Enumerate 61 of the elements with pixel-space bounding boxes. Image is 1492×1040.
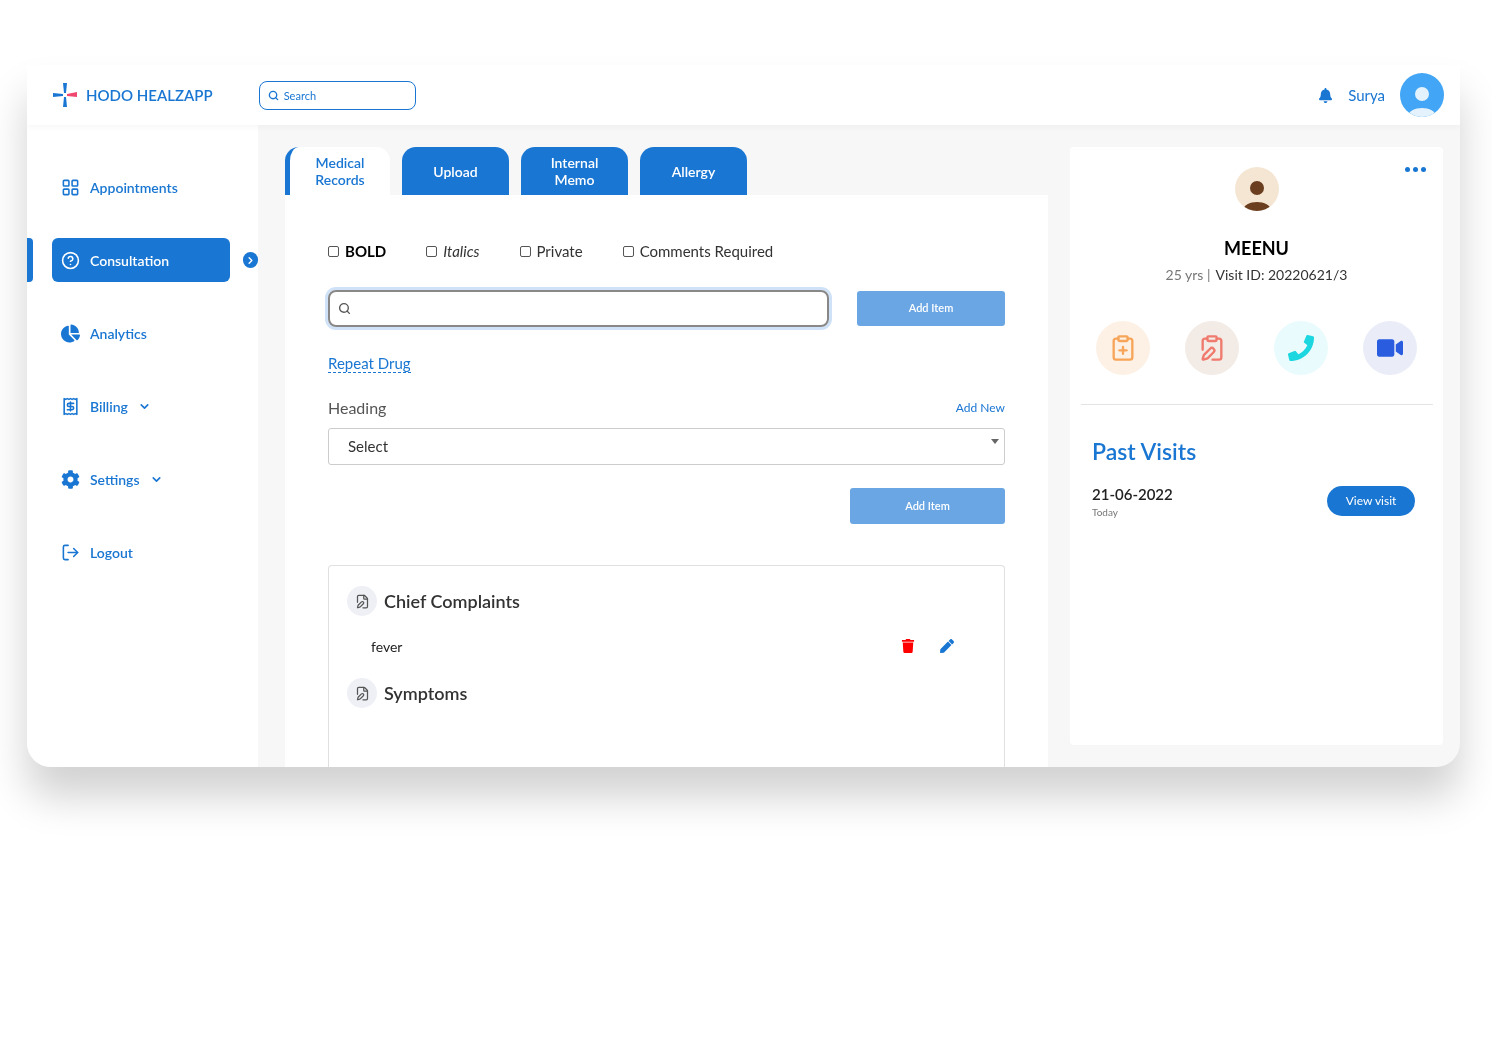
clipboard-pen-icon[interactable] [1185, 321, 1239, 375]
checkbox[interactable] [328, 245, 339, 257]
collapse-toggle-icon[interactable] [242, 252, 258, 268]
option-checkbox[interactable]: Italics [426, 239, 480, 263]
notification-bell-icon[interactable] [1318, 87, 1334, 103]
edit-icon[interactable] [940, 639, 954, 653]
past-visits-title: Past Visits [1092, 436, 1198, 467]
add-item-button[interactable]: Add Item [857, 291, 1005, 326]
patient-name: MEENU [1224, 236, 1289, 261]
note-icon [347, 678, 377, 708]
video-call-icon[interactable] [1363, 321, 1417, 375]
visit-id: Visit ID: 20220621/3 [1215, 265, 1348, 285]
checkbox[interactable] [426, 245, 438, 257]
nav-item[interactable]: Billing [52, 384, 237, 428]
item-search-field[interactable] [328, 290, 829, 327]
nav-item[interactable]: Consultation [52, 238, 230, 282]
option-checkbox[interactable]: BOLD [328, 239, 387, 263]
visit-note: Today [1092, 505, 1119, 520]
nav-item[interactable]: Logout [52, 530, 237, 574]
tab[interactable]: Medical Records [285, 147, 390, 195]
section-title: Symptoms [384, 680, 468, 706]
user-avatar [1400, 73, 1444, 117]
app-title: HODO HEALZAPP [86, 84, 213, 106]
tab[interactable]: Upload [402, 147, 509, 195]
record-text: fever [371, 636, 404, 657]
delete-icon[interactable] [901, 639, 915, 653]
nav-icon [61, 542, 80, 562]
search-icon [338, 302, 351, 315]
section-title: Chief Complaints [384, 588, 520, 614]
heading-label: Heading [328, 397, 387, 419]
nav-icon [61, 177, 80, 197]
nav-item[interactable]: Settings [52, 457, 237, 501]
nav-item[interactable]: Analytics [52, 311, 237, 355]
nav-item[interactable]: Appointments [52, 165, 237, 209]
search-icon [267, 89, 279, 101]
visit-date: 21-06-2022 [1092, 483, 1173, 505]
option-checkbox[interactable]: Comments Required [622, 239, 774, 263]
heading-select[interactable]: Select [328, 428, 1005, 465]
dropdown-caret-icon [991, 439, 999, 444]
note-icon [347, 586, 377, 616]
nav-icon [61, 250, 80, 270]
more-options-icon[interactable] [1405, 167, 1426, 172]
option-checkbox[interactable]: Private [519, 239, 583, 263]
clipboard-plus-icon[interactable] [1096, 321, 1150, 375]
repeat-drug-link[interactable]: Repeat Drug [328, 354, 411, 373]
logo-icon [52, 82, 78, 108]
add-item-button[interactable]: Add Item [850, 488, 1005, 524]
tab[interactable]: Allergy [640, 147, 747, 195]
view-visit-button[interactable]: View visit [1327, 486, 1415, 517]
patient-age: 25 yrs | [1165, 265, 1211, 285]
user-name: Surya [1348, 84, 1385, 106]
tab[interactable]: Internal Memo [521, 147, 628, 195]
search-field[interactable]: Search [258, 80, 416, 110]
patient-avatar [1234, 167, 1279, 211]
checkbox[interactable] [519, 245, 531, 257]
active-indicator [27, 238, 33, 282]
add-new-link[interactable]: Add New [955, 399, 1005, 417]
nav-icon [61, 469, 80, 489]
checkbox[interactable] [622, 245, 634, 257]
nav-icon [61, 396, 80, 416]
nav-icon [61, 323, 80, 343]
